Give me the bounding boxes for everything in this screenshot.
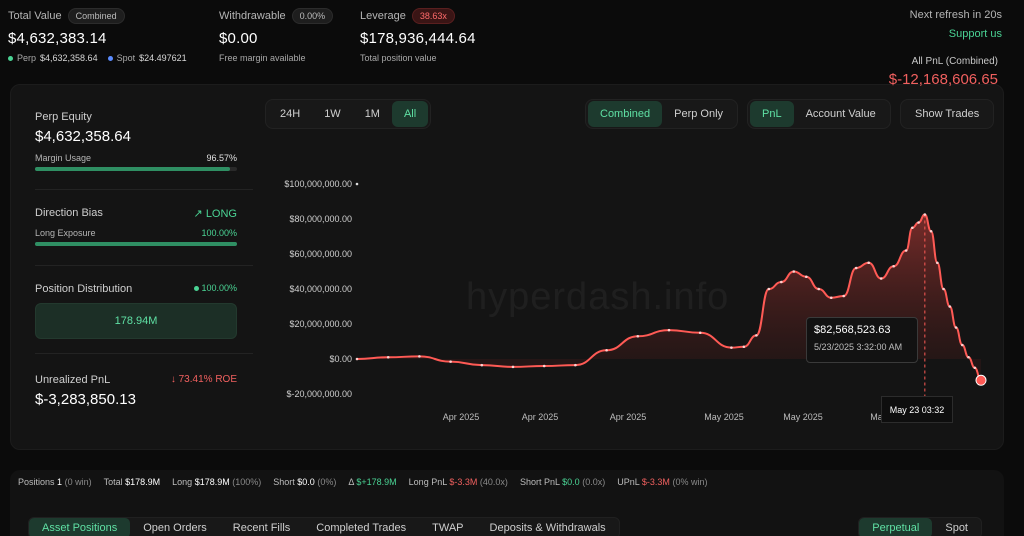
- long-pnl-value: $-3.3M: [449, 477, 478, 487]
- data-point: [742, 345, 746, 349]
- short-label: Short: [273, 477, 295, 487]
- y-tick-label: $40,000,000.00: [289, 284, 352, 294]
- short-pnl-value: $0.0: [562, 477, 580, 487]
- chart-tooltip: $82,568,523.63 5/23/2025 3:32:00 AM: [806, 317, 918, 363]
- long-label: Long: [172, 477, 193, 487]
- positions-tabs: Asset Positions Open Orders Recent Fills…: [28, 517, 620, 536]
- total-value-footer: $178.9M: [125, 477, 161, 487]
- data-point: [636, 334, 640, 338]
- upnl-footer-label: UPnL: [617, 477, 640, 487]
- short-value: $0.0: [297, 477, 315, 487]
- data-point: [804, 275, 808, 279]
- total-label: Total: [103, 477, 123, 487]
- data-point: [911, 226, 914, 230]
- delta-value: $+178.9M: [356, 477, 397, 487]
- data-point: [973, 366, 977, 370]
- tab-perpetual[interactable]: Perpetual: [859, 518, 933, 536]
- data-point: [755, 334, 758, 337]
- short-pnl-label: Short PnL: [519, 477, 560, 487]
- positions-value: 1: [57, 477, 63, 487]
- tab-twap[interactable]: TWAP: [419, 518, 476, 536]
- data-point: [954, 326, 958, 329]
- data-point: [511, 365, 515, 369]
- tab-spot[interactable]: Spot: [932, 518, 981, 536]
- x-tick-label: May 2025: [783, 412, 823, 422]
- data-point: [418, 355, 421, 358]
- positions-note: (0 win): [64, 477, 92, 487]
- tooltip-value: $82,568,523.63: [814, 324, 891, 336]
- data-point: [449, 360, 452, 363]
- y-tick-label: $20,000,000.00: [289, 319, 352, 329]
- data-point: [355, 357, 359, 361]
- long-pnl-note: (40.0x): [479, 477, 508, 487]
- data-point: [942, 287, 945, 291]
- short-note: (0%): [317, 477, 337, 487]
- x-tick-label: Apr 2025: [443, 412, 480, 422]
- data-point: [879, 277, 883, 280]
- data-point: [917, 221, 920, 224]
- pnl-end-point: [975, 374, 987, 386]
- axis-marker-icon: [355, 182, 359, 186]
- data-point: [967, 355, 970, 359]
- tab-asset-positions[interactable]: Asset Positions: [29, 518, 131, 536]
- data-point: [892, 264, 895, 268]
- positions-label: Positions: [18, 477, 55, 487]
- pnl-chart[interactable]: $100,000,000.00 $80,000,000.00 $60,000,000…: [0, 0, 1024, 536]
- data-point: [542, 364, 546, 368]
- data-point: [780, 280, 783, 284]
- long-pnl-label: Long PnL: [408, 477, 447, 487]
- market-type-tabs: Perpetual Spot: [858, 517, 982, 536]
- data-point: [923, 213, 927, 216]
- upnl-footer-value: $-3.3M: [641, 477, 670, 487]
- data-point: [842, 294, 846, 298]
- tab-completed-trades[interactable]: Completed Trades: [303, 518, 419, 536]
- data-point: [936, 261, 939, 265]
- data-point: [605, 348, 608, 352]
- tab-open-orders[interactable]: Open Orders: [130, 518, 220, 536]
- data-point: [792, 270, 796, 273]
- short-pnl-note: (0.0x): [582, 477, 606, 487]
- data-point: [904, 249, 908, 252]
- tooltip-time: 5/23/2025 3:32:00 AM: [814, 342, 903, 352]
- data-point: [730, 346, 733, 349]
- y-tick-label: $80,000,000.00: [289, 214, 352, 224]
- long-value: $178.9M: [194, 477, 230, 487]
- delta-label: Δ: [348, 477, 354, 487]
- data-point: [929, 229, 933, 233]
- y-tick-label: $100,000,000.00: [284, 179, 352, 189]
- data-point: [698, 331, 702, 335]
- data-point: [386, 355, 390, 359]
- x-tick-label: May 2025: [704, 412, 744, 422]
- upnl-footer-note: (0% win): [672, 477, 708, 487]
- tab-recent-fills[interactable]: Recent Fills: [220, 518, 303, 536]
- tab-deposits-withdrawals[interactable]: Deposits & Withdrawals: [477, 518, 619, 536]
- data-point: [960, 343, 964, 347]
- data-point: [867, 261, 870, 265]
- positions-section: Positions 1 (0 win) Total $178.9M Long $…: [10, 470, 1004, 536]
- long-note: (100%): [232, 477, 262, 487]
- x-tick-label: Apr 2025: [522, 412, 559, 422]
- data-point: [480, 363, 484, 367]
- data-point: [574, 363, 577, 367]
- data-point: [767, 287, 771, 291]
- data-point: [854, 266, 858, 270]
- data-point: [817, 287, 821, 291]
- positions-metrics: Positions 1 (0 win) Total $178.9M Long $…: [18, 477, 715, 487]
- crosshair-date-label: May 23 03:32: [881, 396, 953, 423]
- y-tick-label: $60,000,000.00: [289, 249, 352, 259]
- data-point: [948, 305, 952, 308]
- x-tick-label: Apr 2025: [610, 412, 647, 422]
- y-tick-label: $-20,000,000.00: [286, 389, 352, 399]
- data-point: [829, 296, 833, 300]
- data-point: [667, 328, 671, 332]
- y-tick-label: $0.00: [329, 354, 352, 364]
